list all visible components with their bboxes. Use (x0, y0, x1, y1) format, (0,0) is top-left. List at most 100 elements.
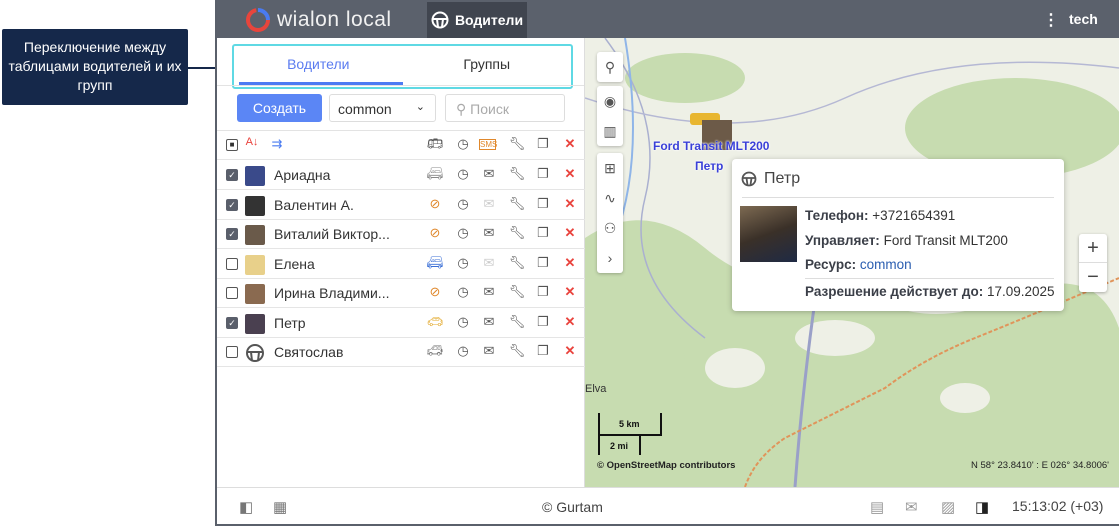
delete-icon[interactable]: ✕ (560, 343, 580, 359)
message-icon[interactable]: ✉ (479, 225, 499, 241)
search-icon[interactable]: ⚲ (597, 52, 623, 82)
sms-icon[interactable]: SMS (479, 139, 497, 150)
row-checkbox[interactable]: ✓ (226, 169, 238, 181)
row-checkbox[interactable]: ✓ (226, 316, 238, 329)
table-row[interactable]: ✓ Виталий Виктор... ⊘ ◷ ✉ 🔧︎ ❐ ✕ (217, 220, 585, 249)
map-search-tool[interactable]: ⚲ (597, 52, 623, 82)
table-row[interactable]: ✓ Петр 🚗︎ ◷ ✉ 🔧︎ ❐ ✕ (217, 309, 585, 338)
message-icon[interactable]: ✉ (479, 166, 499, 182)
delete-icon[interactable]: ✕ (560, 255, 580, 271)
row-checkbox[interactable] (226, 287, 238, 299)
history-icon[interactable]: ◷ (453, 343, 473, 359)
delete-icon[interactable]: ✕ (560, 225, 580, 241)
menu-icon[interactable]: ⋮ (1043, 10, 1059, 30)
copy-icon[interactable]: ❐ (533, 343, 553, 359)
image-icon[interactable]: ▨ (941, 498, 955, 516)
history-icon[interactable]: ◷ (453, 284, 473, 300)
copy-icon[interactable]: ❐ (533, 196, 553, 212)
nav-tab-drivers[interactable]: Водители (427, 2, 527, 38)
copy-icon[interactable]: ❐ (533, 225, 553, 241)
driver-name[interactable]: Валентин А. (274, 197, 354, 213)
unit-unbound-icon[interactable]: ⊘ (425, 225, 445, 241)
eye-icon[interactable]: ◉ (597, 86, 623, 116)
unit-icon[interactable]: 🚌︎ (425, 136, 445, 152)
history-icon[interactable]: ◷ (453, 166, 473, 182)
copy-icon[interactable]: ❐ (533, 284, 553, 300)
history-icon[interactable]: ◷ (453, 255, 473, 271)
unit-gray-suv-icon[interactable]: 🚙︎ (425, 343, 445, 359)
wrench-icon[interactable]: 🔧︎ (507, 225, 527, 241)
message-icon[interactable]: ✉ (479, 255, 499, 271)
apps-grid-icon[interactable]: ▦ (273, 498, 287, 516)
table-row[interactable]: Елена 🚐︎ ◷ ✉ 🔧︎ ❐ ✕ (217, 250, 585, 279)
history-icon[interactable]: ◷ (453, 136, 473, 152)
driver-name[interactable]: Святослав (274, 344, 343, 360)
chevron-right-icon[interactable]: › (597, 243, 623, 273)
history-icon[interactable]: ◷ (453, 196, 473, 212)
wrench-icon[interactable]: 🔧︎ (507, 255, 527, 271)
map[interactable]: ⚲ ◉ ▥ ⊞ ∿ ⚇ › Ford Transit MLT200 Петр Elva … (585, 38, 1119, 487)
history-icon[interactable]: ◷ (453, 225, 473, 241)
group-icon[interactable]: ⇉ (267, 136, 287, 152)
wrench-icon[interactable]: 🔧︎ (507, 136, 527, 152)
table-row[interactable]: Святослав 🚙︎ ◷ ✉ 🔧︎ ❐ ✕ (217, 338, 585, 367)
table-row[interactable]: ✓ Валентин А. ⊘ ◷ ✉ 🔧︎ ❐ ✕ (217, 191, 585, 220)
route-icon[interactable]: ∿ (597, 183, 623, 213)
wrench-icon[interactable]: 🔧︎ (507, 343, 527, 359)
history-icon[interactable]: ◷ (453, 314, 473, 330)
wrench-icon[interactable]: 🔧︎ (507, 284, 527, 300)
unit-unbound-icon[interactable]: ⊘ (425, 196, 445, 212)
copy-icon[interactable]: ❐ (533, 314, 553, 330)
map-icon[interactable]: ▥ (597, 116, 623, 146)
select-all-checkbox[interactable]: ■ (226, 139, 238, 151)
map-attribution[interactable]: © OpenStreetMap contributors (597, 460, 735, 471)
delete-icon[interactable]: ✕ (560, 136, 580, 152)
message-icon[interactable]: ✉ (479, 284, 499, 300)
unit-map-label[interactable]: Ford Transit MLT200 (653, 139, 769, 153)
unit-yellow-car-icon[interactable]: 🚗︎ (425, 314, 445, 330)
row-checkbox[interactable]: ✓ (226, 198, 238, 211)
delete-icon[interactable]: ✕ (560, 284, 580, 300)
delete-icon[interactable]: ✕ (560, 196, 580, 212)
wrench-icon[interactable]: 🔧︎ (507, 314, 527, 330)
unit-unbound-icon[interactable]: ⊘ (425, 284, 445, 300)
delete-icon[interactable]: ✕ (560, 166, 580, 182)
driver-name[interactable]: Ариадна (274, 167, 330, 183)
search-input[interactable]: ⚲ Поиск (445, 94, 565, 122)
ruler-icon[interactable]: ⊞ (597, 153, 623, 183)
row-checkbox[interactable] (226, 257, 238, 270)
message-icon[interactable]: ✉ (479, 314, 499, 330)
wrench-icon[interactable]: 🔧︎ (507, 166, 527, 182)
copy-icon[interactable]: ❐ (533, 255, 553, 271)
row-checkbox[interactable] (226, 346, 238, 358)
driver-name[interactable]: Петр (274, 315, 306, 331)
layout-icon[interactable]: ◨ (975, 498, 989, 516)
zoom-out-button[interactable]: − (1079, 263, 1107, 292)
zoom-in-button[interactable]: + (1079, 234, 1107, 263)
resource-select[interactable]: common ⌄ (329, 94, 436, 122)
driver-map-label[interactable]: Петр (695, 159, 723, 173)
wrench-icon[interactable]: 🔧︎ (507, 196, 527, 212)
panel-toggle-icon[interactable]: ◧ (239, 498, 253, 516)
unit-blue-van-icon[interactable]: 🚐︎ (425, 255, 445, 271)
user-menu[interactable]: tech (1069, 11, 1098, 27)
driver-name[interactable]: Виталий Виктор... (274, 226, 390, 242)
table-row[interactable]: Ирина Владими... ⊘ ◷ ✉ 🔧︎ ❐ ✕ (217, 279, 585, 308)
message-icon[interactable]: ✉ (479, 343, 499, 359)
messages-icon[interactable]: ✉ (905, 498, 918, 516)
table-row[interactable]: ✓ Ариадна 🚐︎ ◷ ✉ 🔧︎ ❐ ✕ (217, 161, 585, 190)
unit-white-van-icon[interactable]: 🚐︎ (425, 166, 445, 182)
driver-name[interactable]: Ирина Владими... (274, 285, 389, 301)
geofence-icon[interactable]: ⚇ (597, 213, 623, 243)
sort-az-icon[interactable]: A↓ (242, 136, 262, 148)
driver-name[interactable]: Елена (274, 256, 315, 272)
tab-drivers[interactable]: Водители (234, 46, 403, 87)
copy-icon[interactable]: ❐ (533, 136, 553, 152)
copy-icon[interactable]: ❐ (533, 166, 553, 182)
delete-icon[interactable]: ✕ (560, 314, 580, 330)
notifications-icon[interactable]: ▤ (870, 498, 884, 516)
row-checkbox[interactable]: ✓ (226, 228, 238, 240)
create-button[interactable]: Создать (237, 94, 322, 122)
tab-groups[interactable]: Группы (403, 46, 572, 87)
message-icon[interactable]: ✉ (479, 196, 499, 212)
